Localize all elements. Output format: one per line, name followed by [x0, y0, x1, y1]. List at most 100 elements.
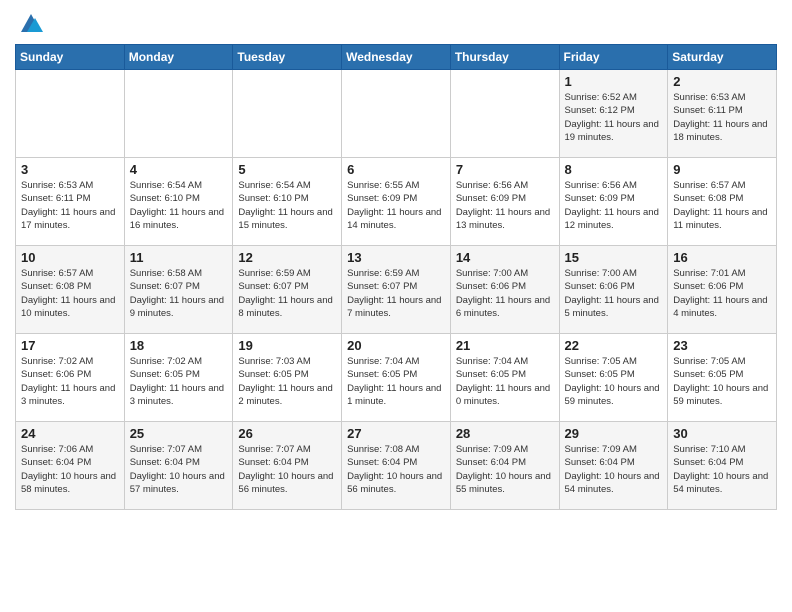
week-row-3: 10 Sunrise: 6:57 AMSunset: 6:08 PMDayligh…: [16, 246, 777, 334]
calendar-page: SundayMondayTuesdayWednesdayThursdayFrid…: [0, 0, 792, 525]
day-number: 10: [21, 250, 119, 265]
day-cell: [342, 70, 451, 158]
day-number: 23: [673, 338, 771, 353]
day-number: 17: [21, 338, 119, 353]
column-header-friday: Friday: [559, 45, 668, 70]
day-number: 13: [347, 250, 445, 265]
cell-info: Sunrise: 6:59 AMSunset: 6:07 PMDaylight:…: [347, 267, 445, 320]
day-cell: 29 Sunrise: 7:09 AMSunset: 6:04 PMDayligh…: [559, 422, 668, 510]
column-header-sunday: Sunday: [16, 45, 125, 70]
day-number: 16: [673, 250, 771, 265]
cell-info: Sunrise: 6:56 AMSunset: 6:09 PMDaylight:…: [456, 179, 554, 232]
cell-info: Sunrise: 6:54 AMSunset: 6:10 PMDaylight:…: [238, 179, 336, 232]
day-cell: 23 Sunrise: 7:05 AMSunset: 6:05 PMDayligh…: [668, 334, 777, 422]
day-cell: 26 Sunrise: 7:07 AMSunset: 6:04 PMDayligh…: [233, 422, 342, 510]
day-cell: 22Sunrise: 7:05 AMSunset: 6:05 PMDayligh…: [559, 334, 668, 422]
day-cell: 16Sunrise: 7:01 AMSunset: 6:06 PMDayligh…: [668, 246, 777, 334]
cell-info: Sunrise: 7:04 AMSunset: 6:05 PMDaylight:…: [456, 355, 554, 408]
day-number: 20: [347, 338, 445, 353]
cell-info: Sunrise: 7:05 AMSunset: 6:05 PMDaylight:…: [565, 355, 663, 408]
day-number: 21: [456, 338, 554, 353]
day-cell: [233, 70, 342, 158]
logo: [15, 10, 45, 38]
day-cell: 8 Sunrise: 6:56 AMSunset: 6:09 PMDaylight…: [559, 158, 668, 246]
header: [15, 10, 777, 38]
day-number: 30: [673, 426, 771, 441]
cell-info: Sunrise: 7:06 AMSunset: 6:04 PMDaylight:…: [21, 443, 119, 496]
day-cell: 5 Sunrise: 6:54 AMSunset: 6:10 PMDaylight…: [233, 158, 342, 246]
day-number: 6: [347, 162, 445, 177]
week-row-5: 24 Sunrise: 7:06 AMSunset: 6:04 PMDayligh…: [16, 422, 777, 510]
cell-info: Sunrise: 6:53 AMSunset: 6:11 PMDaylight:…: [673, 91, 771, 144]
cell-info: Sunrise: 7:00 AMSunset: 6:06 PMDaylight:…: [456, 267, 554, 320]
cell-info: Sunrise: 7:04 AMSunset: 6:05 PMDaylight:…: [347, 355, 445, 408]
day-cell: 7 Sunrise: 6:56 AMSunset: 6:09 PMDaylight…: [450, 158, 559, 246]
day-cell: 18 Sunrise: 7:02 AMSunset: 6:05 PMDayligh…: [124, 334, 233, 422]
column-header-tuesday: Tuesday: [233, 45, 342, 70]
day-cell: 30Sunrise: 7:10 AMSunset: 6:04 PMDayligh…: [668, 422, 777, 510]
day-number: 25: [130, 426, 228, 441]
day-number: 3: [21, 162, 119, 177]
day-number: 12: [238, 250, 336, 265]
day-number: 5: [238, 162, 336, 177]
day-cell: 2 Sunrise: 6:53 AMSunset: 6:11 PMDaylight…: [668, 70, 777, 158]
day-number: 18: [130, 338, 228, 353]
cell-info: Sunrise: 7:02 AMSunset: 6:05 PMDaylight:…: [130, 355, 228, 408]
column-header-wednesday: Wednesday: [342, 45, 451, 70]
day-number: 14: [456, 250, 554, 265]
day-number: 1: [565, 74, 663, 89]
day-cell: 27 Sunrise: 7:08 AMSunset: 6:04 PMDayligh…: [342, 422, 451, 510]
week-row-2: 3Sunrise: 6:53 AMSunset: 6:11 PMDaylight…: [16, 158, 777, 246]
cell-info: Sunrise: 7:07 AMSunset: 6:04 PMDaylight:…: [130, 443, 228, 496]
day-cell: 12 Sunrise: 6:59 AMSunset: 6:07 PMDayligh…: [233, 246, 342, 334]
cell-info: Sunrise: 7:07 AMSunset: 6:04 PMDaylight:…: [238, 443, 336, 496]
cell-info: Sunrise: 6:57 AMSunset: 6:08 PMDaylight:…: [673, 179, 771, 232]
calendar-table: SundayMondayTuesdayWednesdayThursdayFrid…: [15, 44, 777, 510]
cell-info: Sunrise: 6:59 AMSunset: 6:07 PMDaylight:…: [238, 267, 336, 320]
day-cell: 14 Sunrise: 7:00 AMSunset: 6:06 PMDayligh…: [450, 246, 559, 334]
cell-info: Sunrise: 7:09 AMSunset: 6:04 PMDaylight:…: [565, 443, 663, 496]
cell-info: Sunrise: 7:08 AMSunset: 6:04 PMDaylight:…: [347, 443, 445, 496]
day-cell: 6 Sunrise: 6:55 AMSunset: 6:09 PMDaylight…: [342, 158, 451, 246]
day-cell: 20 Sunrise: 7:04 AMSunset: 6:05 PMDayligh…: [342, 334, 451, 422]
day-cell: 1 Sunrise: 6:52 AMSunset: 6:12 PMDaylight…: [559, 70, 668, 158]
cell-info: Sunrise: 7:02 AMSunset: 6:06 PMDaylight:…: [21, 355, 119, 408]
day-number: 26: [238, 426, 336, 441]
cell-info: Sunrise: 6:56 AMSunset: 6:09 PMDaylight:…: [565, 179, 663, 232]
day-number: 9: [673, 162, 771, 177]
column-header-saturday: Saturday: [668, 45, 777, 70]
day-cell: 24 Sunrise: 7:06 AMSunset: 6:04 PMDayligh…: [16, 422, 125, 510]
day-cell: 11Sunrise: 6:58 AMSunset: 6:07 PMDayligh…: [124, 246, 233, 334]
day-number: 8: [565, 162, 663, 177]
day-cell: 4 Sunrise: 6:54 AMSunset: 6:10 PMDaylight…: [124, 158, 233, 246]
cell-info: Sunrise: 7:00 AMSunset: 6:06 PMDaylight:…: [565, 267, 663, 320]
day-number: 4: [130, 162, 228, 177]
cell-info: Sunrise: 6:57 AMSunset: 6:08 PMDaylight:…: [21, 267, 119, 320]
day-cell: 15 Sunrise: 7:00 AMSunset: 6:06 PMDayligh…: [559, 246, 668, 334]
day-cell: 21 Sunrise: 7:04 AMSunset: 6:05 PMDayligh…: [450, 334, 559, 422]
cell-info: Sunrise: 7:03 AMSunset: 6:05 PMDaylight:…: [238, 355, 336, 408]
week-row-4: 17 Sunrise: 7:02 AMSunset: 6:06 PMDayligh…: [16, 334, 777, 422]
day-number: 15: [565, 250, 663, 265]
day-number: 2: [673, 74, 771, 89]
day-cell: 9 Sunrise: 6:57 AMSunset: 6:08 PMDaylight…: [668, 158, 777, 246]
day-cell: 13 Sunrise: 6:59 AMSunset: 6:07 PMDayligh…: [342, 246, 451, 334]
header-row: SundayMondayTuesdayWednesdayThursdayFrid…: [16, 45, 777, 70]
week-row-1: 1 Sunrise: 6:52 AMSunset: 6:12 PMDaylight…: [16, 70, 777, 158]
cell-info: Sunrise: 6:52 AMSunset: 6:12 PMDaylight:…: [565, 91, 663, 144]
day-number: 29: [565, 426, 663, 441]
day-number: 19: [238, 338, 336, 353]
cell-info: Sunrise: 6:55 AMSunset: 6:09 PMDaylight:…: [347, 179, 445, 232]
cell-info: Sunrise: 6:54 AMSunset: 6:10 PMDaylight:…: [130, 179, 228, 232]
day-cell: 19 Sunrise: 7:03 AMSunset: 6:05 PMDayligh…: [233, 334, 342, 422]
logo-icon: [17, 10, 45, 38]
day-number: 27: [347, 426, 445, 441]
day-number: 11: [130, 250, 228, 265]
cell-info: Sunrise: 7:09 AMSunset: 6:04 PMDaylight:…: [456, 443, 554, 496]
cell-info: Sunrise: 7:05 AMSunset: 6:05 PMDaylight:…: [673, 355, 771, 408]
day-cell: [16, 70, 125, 158]
day-cell: 3Sunrise: 6:53 AMSunset: 6:11 PMDaylight…: [16, 158, 125, 246]
day-number: 7: [456, 162, 554, 177]
day-cell: [124, 70, 233, 158]
day-number: 24: [21, 426, 119, 441]
